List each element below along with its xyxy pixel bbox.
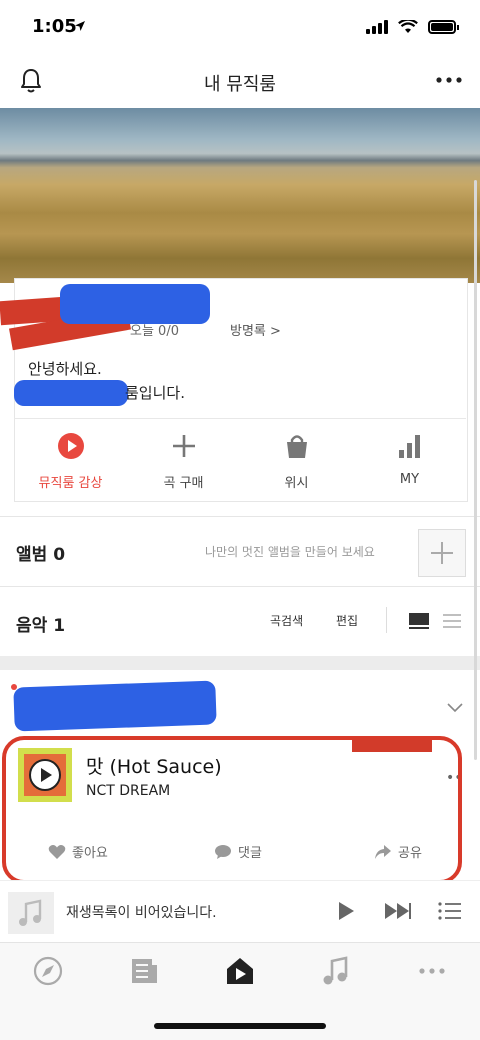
more-tab-icon[interactable] (412, 956, 452, 986)
my-button[interactable]: MY (353, 432, 466, 487)
wish-button[interactable]: 위시 (240, 432, 353, 491)
listen-music-room-button[interactable]: 뮤직룸 감상 (14, 432, 127, 491)
music-title: 음악 1 (16, 616, 66, 636)
action-label: 뮤직룸 감상 (38, 476, 103, 491)
scrollbar[interactable] (474, 180, 477, 760)
buy-song-button[interactable]: 곡 구매 (127, 432, 240, 491)
plus-icon (172, 435, 195, 457)
card-view-icon[interactable] (408, 612, 430, 630)
plus-icon (431, 542, 453, 564)
list-view-icon[interactable] (442, 612, 462, 630)
redaction-mark (14, 380, 128, 406)
nav-bar: 내 뮤직룸 (0, 56, 480, 108)
albums-title: 앨범 0 (16, 545, 66, 565)
redaction-mark (13, 680, 217, 732)
fast-forward-icon[interactable] (384, 902, 412, 920)
cover-banner-image (0, 108, 480, 283)
divider (386, 607, 387, 633)
player-thumbnail (8, 892, 54, 934)
annotation-highlight (2, 736, 462, 884)
divider (0, 516, 480, 517)
divider (0, 586, 480, 587)
playlist-empty-text: 재생목록이 비어있습니다. (66, 905, 217, 921)
action-label: 위시 (284, 476, 309, 491)
more-icon[interactable] (436, 76, 462, 84)
song-search-button[interactable]: 곡검색 (270, 612, 303, 629)
guestbook-link[interactable]: 방명록 > (230, 320, 281, 339)
signal-icon (366, 20, 388, 34)
chevron-down-icon[interactable] (446, 702, 464, 714)
news-icon[interactable] (124, 956, 164, 986)
music-note-icon[interactable] (316, 956, 356, 986)
wifi-icon (398, 20, 418, 33)
status-time: 1:05 (32, 16, 77, 37)
divider (14, 418, 466, 419)
play-circle-icon (57, 433, 84, 459)
shopping-bag-icon (286, 435, 307, 458)
play-icon[interactable] (336, 900, 356, 922)
redaction-mark (60, 284, 210, 324)
page-title: 내 뮤직룸 (204, 74, 276, 95)
edit-button[interactable]: 편집 (336, 612, 358, 629)
action-label: MY (399, 472, 420, 487)
compass-icon[interactable] (28, 956, 68, 986)
visitor-stats: 오늘 0/0 (130, 324, 179, 339)
section-spacer (0, 656, 480, 670)
location-icon (75, 21, 85, 31)
albums-hint: 나만의 멋진 앨범을 만들어 보세요 (205, 545, 375, 559)
home-indicator (154, 1023, 326, 1029)
add-album-button[interactable] (418, 529, 466, 577)
status-icons (366, 20, 459, 34)
greeting-text: 안녕하세요. (28, 360, 102, 378)
status-bar: 1:05 (0, 0, 480, 56)
greeting-text: 룸입니다. (125, 384, 185, 402)
music-room-icon[interactable] (220, 956, 260, 986)
music-note-icon (19, 899, 42, 926)
bar-chart-icon (398, 435, 420, 458)
playlist-icon[interactable] (438, 902, 462, 920)
battery-icon (428, 20, 459, 34)
action-label: 곡 구매 (163, 476, 204, 491)
